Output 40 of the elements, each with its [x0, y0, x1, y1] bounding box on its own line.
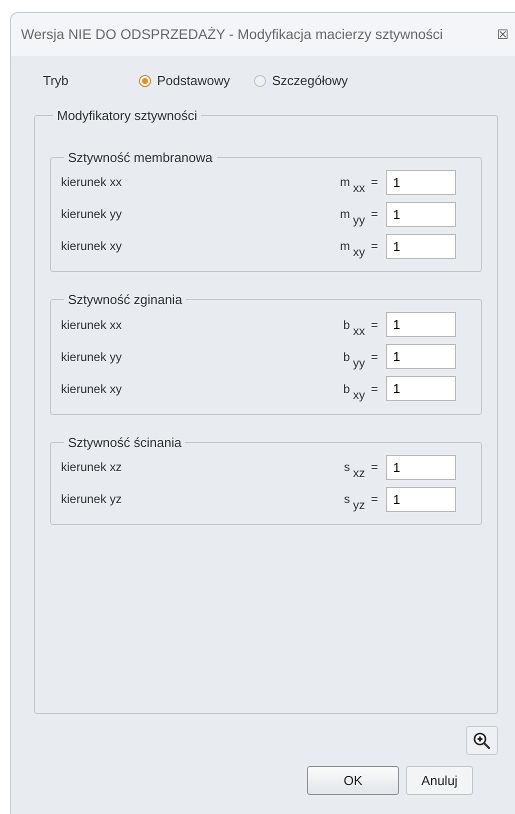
value-field[interactable]: 1: [386, 486, 456, 512]
value-field[interactable]: 1: [386, 344, 456, 369]
equals-sign: =: [370, 491, 378, 508]
equals-sign: =: [370, 238, 378, 255]
direction-label: kierunek yz: [61, 491, 123, 508]
dialog-button[interactable]: Anuluj: [406, 766, 473, 795]
symbol-label: s xz: [344, 459, 365, 476]
zoom-button[interactable]: [466, 726, 498, 755]
equals-sign: =: [370, 206, 378, 223]
close-button[interactable]: ☒: [497, 28, 509, 41]
group-title: Modyfikatory sztywności: [56, 107, 198, 125]
direction-label: kierunek yy: [61, 348, 123, 366]
value-field[interactable]: 1: [386, 312, 456, 337]
window-title: Wersja NIE DO ODSPRZEDAŻY - Modyfikacja macierzy sztywności: [21, 25, 443, 44]
direction-label: kierunek xz: [61, 459, 123, 476]
group-title: Sztywność zginania: [67, 291, 184, 309]
direction-label: kierunek xy: [61, 380, 123, 398]
direction-label: kierunek yy: [61, 206, 123, 223]
value-field[interactable]: 1: [386, 170, 456, 194]
symbol-label: m xx: [340, 174, 365, 191]
value-field[interactable]: 1: [386, 376, 456, 401]
equals-sign: =: [370, 316, 378, 334]
mode-label: Tryb: [43, 72, 70, 90]
zoom-in-icon: [473, 732, 491, 750]
radio-option[interactable]: Szczegółowy: [254, 71, 348, 91]
equals-sign: =: [370, 348, 378, 366]
value-field[interactable]: 1: [386, 454, 456, 480]
equals-sign: =: [370, 380, 378, 398]
equals-sign: =: [370, 174, 378, 191]
direction-label: kierunek xx: [61, 316, 123, 334]
radio-option[interactable]: Podstawowy: [139, 71, 230, 91]
value-field[interactable]: 1: [386, 202, 456, 226]
group-title: Sztywność ścinania: [67, 434, 182, 452]
direction-label: kierunek xy: [61, 238, 123, 255]
group-title: Sztywność membranowa: [67, 148, 214, 167]
direction-label: kierunek xx: [61, 174, 123, 191]
dialog-button[interactable]: OK: [307, 766, 399, 795]
value-field[interactable]: 1: [386, 234, 456, 258]
equals-sign: =: [370, 459, 378, 476]
symbol-label: b xx: [343, 316, 365, 334]
